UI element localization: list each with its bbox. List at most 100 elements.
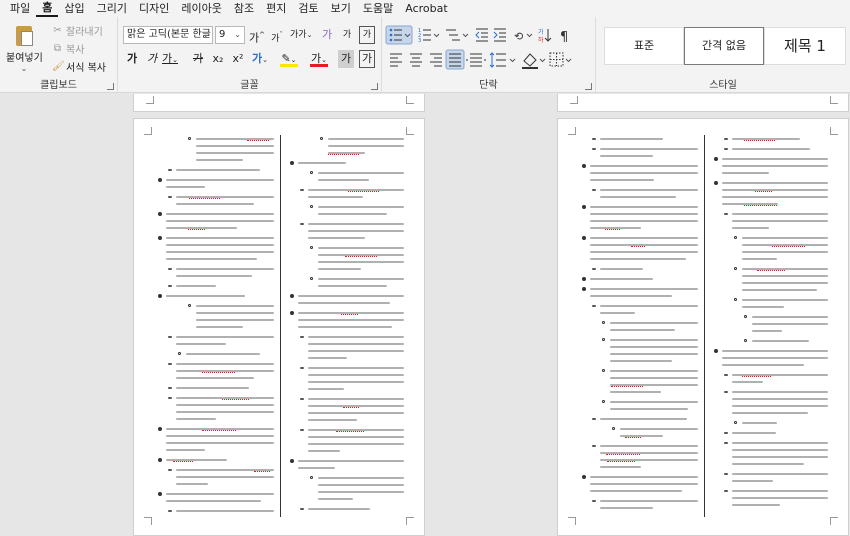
menu-help[interactable]: 도움말 <box>357 0 399 17</box>
borders-button[interactable] <box>549 52 572 67</box>
spelling-underline <box>328 152 359 155</box>
menu-file[interactable]: 파일 <box>4 0 36 17</box>
menu-layout[interactable]: 레이아웃 <box>175 0 227 17</box>
multilevel-list-button[interactable] <box>446 29 469 41</box>
text-line <box>196 152 274 154</box>
format-painter-button[interactable]: 🖌 서식 복사 <box>52 59 106 74</box>
phonetic-guide-button[interactable]: 가 <box>339 26 355 44</box>
text-line <box>308 237 366 239</box>
spelling-underline <box>605 227 620 230</box>
text-effects-button[interactable]: 가⌄ <box>252 50 268 68</box>
text-line <box>600 305 698 307</box>
shrink-font-button[interactable]: 가ˇ <box>269 26 285 44</box>
text-line <box>590 476 698 478</box>
enclose-character-button[interactable]: 가 <box>359 26 375 44</box>
shading-button[interactable] <box>522 53 546 69</box>
menu-review[interactable]: 검토 <box>292 0 324 17</box>
margin-mark <box>406 517 414 525</box>
style-normal[interactable]: 표준 <box>604 27 684 65</box>
superscript-glyph: x² <box>232 52 244 65</box>
show-formatting-button[interactable]: ¶ <box>560 30 568 45</box>
text-line <box>318 172 404 174</box>
text-line <box>600 155 654 157</box>
justify-button[interactable] <box>445 49 465 70</box>
text-line <box>196 312 274 314</box>
text-line <box>166 237 274 239</box>
menu-insert[interactable]: 삽입 <box>58 0 90 17</box>
cut-button[interactable]: ✂ 잘라내기 <box>52 23 103 38</box>
superscript-button[interactable]: x² <box>230 50 246 68</box>
style-heading-1-label: 제목 1 <box>784 37 826 55</box>
underline-button[interactable]: 가⌄ <box>162 50 178 68</box>
text-line <box>590 288 698 290</box>
text-line <box>166 500 261 502</box>
margin-mark <box>570 96 578 104</box>
dash-marker <box>168 336 172 338</box>
text-line <box>166 179 274 181</box>
document-page-right[interactable] <box>557 118 849 536</box>
italic-button[interactable]: 가 <box>144 50 160 68</box>
sort-button[interactable]: 가하 <box>538 28 552 44</box>
font-size-combo[interactable]: 9 ⌄ <box>215 26 245 44</box>
paste-button[interactable]: 붙여넣기 ⌄ <box>6 23 43 77</box>
text-line <box>590 251 698 253</box>
bullet-marker <box>734 267 737 270</box>
spelling-underline <box>188 196 221 199</box>
align-center-button[interactable] <box>410 53 422 67</box>
dash-marker <box>724 473 728 475</box>
spelling-underline <box>347 189 379 192</box>
bold-button[interactable]: 가 <box>124 50 140 68</box>
style-heading-1[interactable]: 제목 1 <box>764 27 846 65</box>
chevron-down-icon[interactable]: ⌄ <box>6 64 42 73</box>
text-line <box>166 220 274 222</box>
highlight-color-button[interactable]: ✎⌄ <box>278 50 300 68</box>
dialog-launcher-icon[interactable] <box>107 83 114 90</box>
font-name-combo[interactable]: 맑은 고딕(본문 한글 ⌄ <box>123 26 213 44</box>
copy-button[interactable]: ⧉ 복사 <box>52 41 84 56</box>
text-line <box>610 346 698 348</box>
text-line <box>166 251 274 253</box>
text-line <box>176 203 255 205</box>
document-page-left[interactable] <box>133 118 425 536</box>
menu-view[interactable]: 보기 <box>325 0 357 17</box>
text-line <box>722 350 828 352</box>
align-left-button[interactable] <box>390 53 402 67</box>
strikethrough-button[interactable]: 가 <box>190 50 206 68</box>
spelling-underline <box>173 459 194 462</box>
font-color-button[interactable]: 가⌄ <box>308 50 330 68</box>
decrease-indent-button[interactable] <box>475 28 488 42</box>
margin-mark <box>144 127 152 135</box>
dash-marker <box>300 223 304 225</box>
dialog-launcher-icon[interactable] <box>585 83 592 90</box>
bullets-button[interactable] <box>385 25 413 45</box>
italic-glyph: 가 <box>146 52 158 65</box>
increase-indent-button[interactable] <box>493 28 506 42</box>
text-line <box>166 186 206 188</box>
menu-mailings[interactable]: 편지 <box>260 0 292 17</box>
text-line <box>308 196 363 198</box>
menu-draw[interactable]: 그리기 <box>91 0 133 17</box>
menu-home[interactable]: 홈 <box>36 0 59 17</box>
menu-design[interactable]: 디자인 <box>133 0 175 17</box>
numbering-button[interactable]: 1 2 3 <box>418 28 440 44</box>
subscript-button[interactable]: x₂ <box>210 50 226 68</box>
dash-marker <box>592 305 596 307</box>
bullet-marker <box>188 304 191 307</box>
line-spacing-button[interactable] <box>489 52 516 68</box>
dash-marker <box>300 367 304 369</box>
menu-acrobat[interactable]: Acrobat <box>399 0 453 17</box>
text-line <box>752 316 828 318</box>
spelling-underline <box>221 397 250 400</box>
text-line <box>166 449 205 451</box>
character-shading-button[interactable]: 가 <box>338 50 354 68</box>
character-border-button[interactable]: 가 <box>359 50 375 68</box>
change-case-button[interactable]: 가가⌄ <box>290 26 312 44</box>
align-right-button[interactable] <box>430 53 442 67</box>
dialog-launcher-icon[interactable] <box>371 83 378 90</box>
style-no-spacing[interactable]: 간격 없음 <box>684 27 764 65</box>
grow-font-button[interactable]: 가^ <box>249 26 265 45</box>
asian-layout-button[interactable]: ⟲ <box>514 30 533 43</box>
menu-references[interactable]: 참조 <box>228 0 260 17</box>
distributed-button[interactable] <box>466 53 486 67</box>
clear-formatting-button[interactable]: 가 <box>319 26 335 44</box>
